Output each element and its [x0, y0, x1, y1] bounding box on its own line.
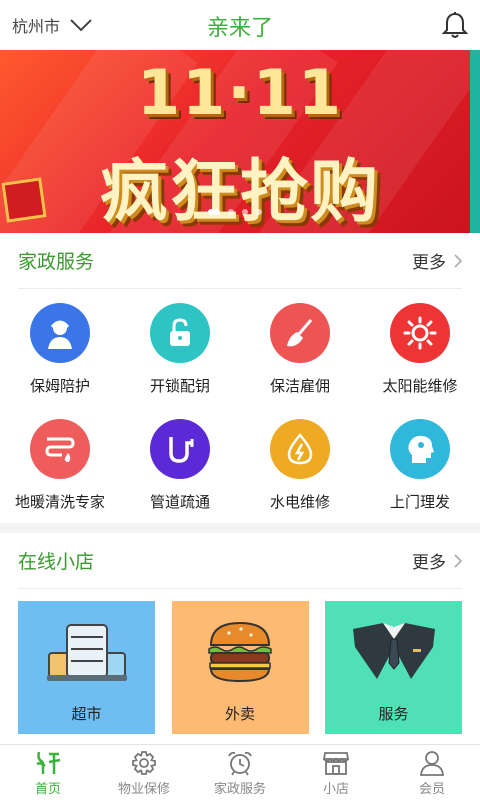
app-title: 亲来了	[206, 16, 273, 41]
carousel-dots	[208, 209, 262, 215]
water-electric-icon	[270, 419, 330, 479]
section-title: 家政服务	[18, 251, 95, 273]
service-item[interactable]: 上门理发	[360, 405, 480, 521]
shop-label: 服务	[378, 705, 409, 723]
tab-home-services[interactable]: 家政服务	[192, 745, 288, 800]
service-item[interactable]: 保姆陪护	[0, 289, 120, 405]
service-label: 保洁雇佣	[269, 377, 330, 395]
service-label: 上门理发	[389, 493, 450, 511]
carousel-dot[interactable]	[256, 209, 262, 215]
broom-icon	[270, 303, 330, 363]
tab-shop[interactable]: 小店	[288, 745, 384, 800]
tab-property-repair[interactable]: 物业保修	[96, 745, 192, 800]
online-shop-section: 在线小店 更多 超市 外卖 服务	[0, 533, 480, 744]
shop-row: 超市 外卖 服务	[0, 589, 480, 734]
service-label: 管道疏通	[149, 493, 210, 511]
service-label: 开锁配钥	[149, 377, 210, 395]
tab-home[interactable]: 首页	[0, 745, 96, 800]
section-header: 在线小店 更多	[18, 533, 462, 589]
carousel-dot[interactable]	[242, 209, 248, 215]
chevron-right-icon	[454, 553, 462, 568]
next-slide-edge	[470, 50, 480, 233]
home-icon	[36, 751, 61, 774]
user-icon	[420, 751, 444, 776]
tab-member[interactable]: 会员	[384, 745, 480, 800]
unlock-icon	[150, 303, 210, 363]
supermarket-icon	[18, 619, 155, 685]
more-label: 更多	[412, 553, 446, 573]
shop-card[interactable]: 超市	[18, 601, 155, 734]
pipe-icon	[150, 419, 210, 479]
bell-icon[interactable]	[442, 11, 468, 39]
carousel-dot[interactable]	[208, 209, 220, 215]
service-label: 太阳能维修	[382, 377, 458, 395]
floor-heating-icon	[30, 419, 90, 479]
tab-label: 会员	[418, 782, 445, 797]
burger-icon	[172, 619, 309, 685]
tab-label: 小店	[322, 782, 349, 797]
chevron-right-icon	[454, 253, 462, 268]
haircut-icon	[390, 419, 450, 479]
nanny-icon	[30, 303, 90, 363]
alarm-clock-icon	[228, 751, 252, 776]
more-link[interactable]: 更多	[412, 548, 462, 573]
section-header: 家政服务 更多	[18, 233, 462, 289]
service-item[interactable]: 地暖清洗专家	[0, 405, 120, 521]
shop-label: 超市	[71, 705, 102, 723]
service-grid: 保姆陪护 开锁配钥 保洁雇佣 太阳能维修 地暖清洗专家 管道疏通 水电维修 上门…	[0, 289, 480, 521]
service-label: 保姆陪护	[29, 377, 90, 395]
banner-slogan: 疯狂抢购	[99, 153, 380, 232]
promo-banner[interactable]: 11·11 疯狂抢购	[0, 50, 480, 233]
bottom-tab-bar: 首页 物业保修 家政服务 小店 会员	[0, 744, 480, 800]
shop-card[interactable]: 服务	[325, 601, 462, 734]
home-services-section: 家政服务 更多 保姆陪护 开锁配钥 保洁雇佣 太阳能维修 地暖清洗专家 管道疏通…	[0, 233, 480, 523]
carousel-dot[interactable]	[228, 209, 234, 215]
gear-icon	[132, 751, 156, 775]
top-bar: 杭州市 亲来了	[0, 0, 480, 50]
shop-card[interactable]: 外卖	[171, 601, 309, 734]
banner-number: 11·11	[136, 56, 344, 129]
sun-icon	[390, 303, 450, 363]
suit-icon	[325, 619, 462, 685]
service-label: 水电维修	[269, 493, 330, 511]
service-label: 地暖清洗专家	[14, 493, 105, 511]
shop-icon	[322, 752, 350, 775]
shop-label: 外卖	[224, 705, 255, 723]
more-link[interactable]: 更多	[412, 248, 462, 273]
service-item[interactable]: 太阳能维修	[360, 289, 480, 405]
service-item[interactable]: 水电维修	[240, 405, 360, 521]
tab-label: 家政服务	[213, 782, 266, 797]
tab-label: 首页	[34, 782, 61, 797]
tab-label: 物业保修	[117, 782, 170, 797]
section-title: 在线小店	[18, 551, 95, 573]
service-item[interactable]: 管道疏通	[120, 405, 240, 521]
service-item[interactable]: 开锁配钥	[120, 289, 240, 405]
service-item[interactable]: 保洁雇佣	[240, 289, 360, 405]
more-label: 更多	[412, 253, 446, 273]
